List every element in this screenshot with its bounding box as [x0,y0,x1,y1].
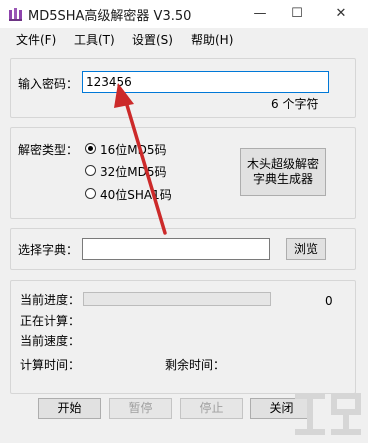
annotation-arrow-icon [114,83,167,235]
watermark-logo-icon [295,393,361,435]
